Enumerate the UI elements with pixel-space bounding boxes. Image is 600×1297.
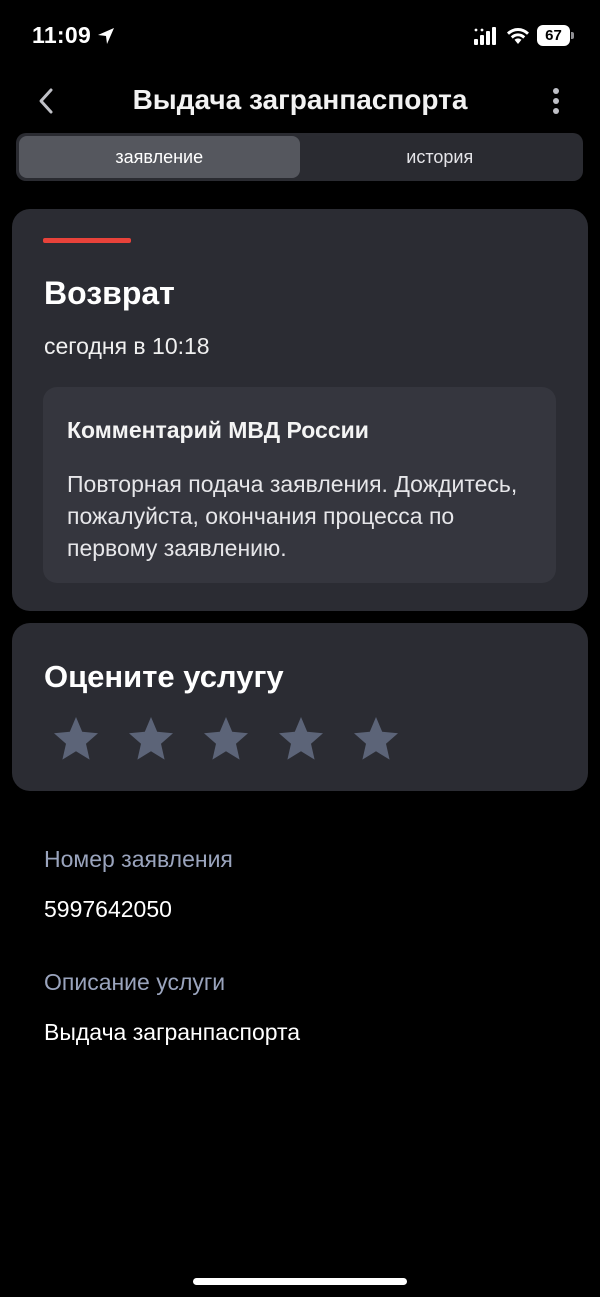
- star-icon[interactable]: [127, 715, 175, 763]
- service-description-value: Выдача загранпаспорта: [44, 1019, 301, 1045]
- star-icon[interactable]: [52, 715, 100, 763]
- location-arrow-icon: [98, 28, 114, 44]
- battery-level: 67: [537, 25, 570, 46]
- status-title: Возврат: [44, 275, 175, 311]
- status-date: сегодня в 10:18: [44, 333, 210, 359]
- status-card: Возврат сегодня в 10:18 Комментарий МВД …: [12, 209, 588, 611]
- screen: 11:09 67 Выдача загранпаспорта заявление…: [0, 0, 600, 1297]
- home-indicator[interactable]: [193, 1278, 407, 1285]
- wifi-icon: [507, 28, 529, 44]
- more-options-button[interactable]: [540, 80, 572, 122]
- cellular-signal-icon: [474, 27, 496, 45]
- vertical-dots-icon: [553, 88, 559, 114]
- rating-card: Оцените услугу: [12, 623, 588, 791]
- tab-switcher: заявление история: [16, 133, 583, 181]
- application-number-value: 5997642050: [44, 896, 172, 922]
- comment-title: Комментарий МВД России: [67, 417, 369, 443]
- comment-box: Комментарий МВД России Повторная подача …: [43, 387, 556, 583]
- application-number-label: Номер заявления: [44, 846, 233, 872]
- status-time: 11:09: [32, 22, 92, 48]
- battery-tip: [571, 32, 574, 39]
- service-description-label: Описание услуги: [44, 969, 226, 995]
- star-icon[interactable]: [352, 715, 400, 763]
- nav-header: Выдача загранпаспорта: [0, 76, 600, 126]
- battery-indicator: 67: [537, 25, 575, 46]
- tab-history[interactable]: история: [300, 136, 581, 178]
- star-icon[interactable]: [202, 715, 250, 763]
- star-rating: [52, 715, 400, 763]
- status-bar: 11:09 67: [0, 0, 600, 70]
- tab-application[interactable]: заявление: [19, 136, 300, 178]
- status-accent-bar: [43, 238, 131, 243]
- star-icon[interactable]: [277, 715, 325, 763]
- page-title: Выдача загранпаспорта: [132, 84, 468, 115]
- rating-title: Оцените услугу: [44, 659, 284, 694]
- comment-text: Повторная подача заявления. Дождитесь, п…: [67, 471, 518, 561]
